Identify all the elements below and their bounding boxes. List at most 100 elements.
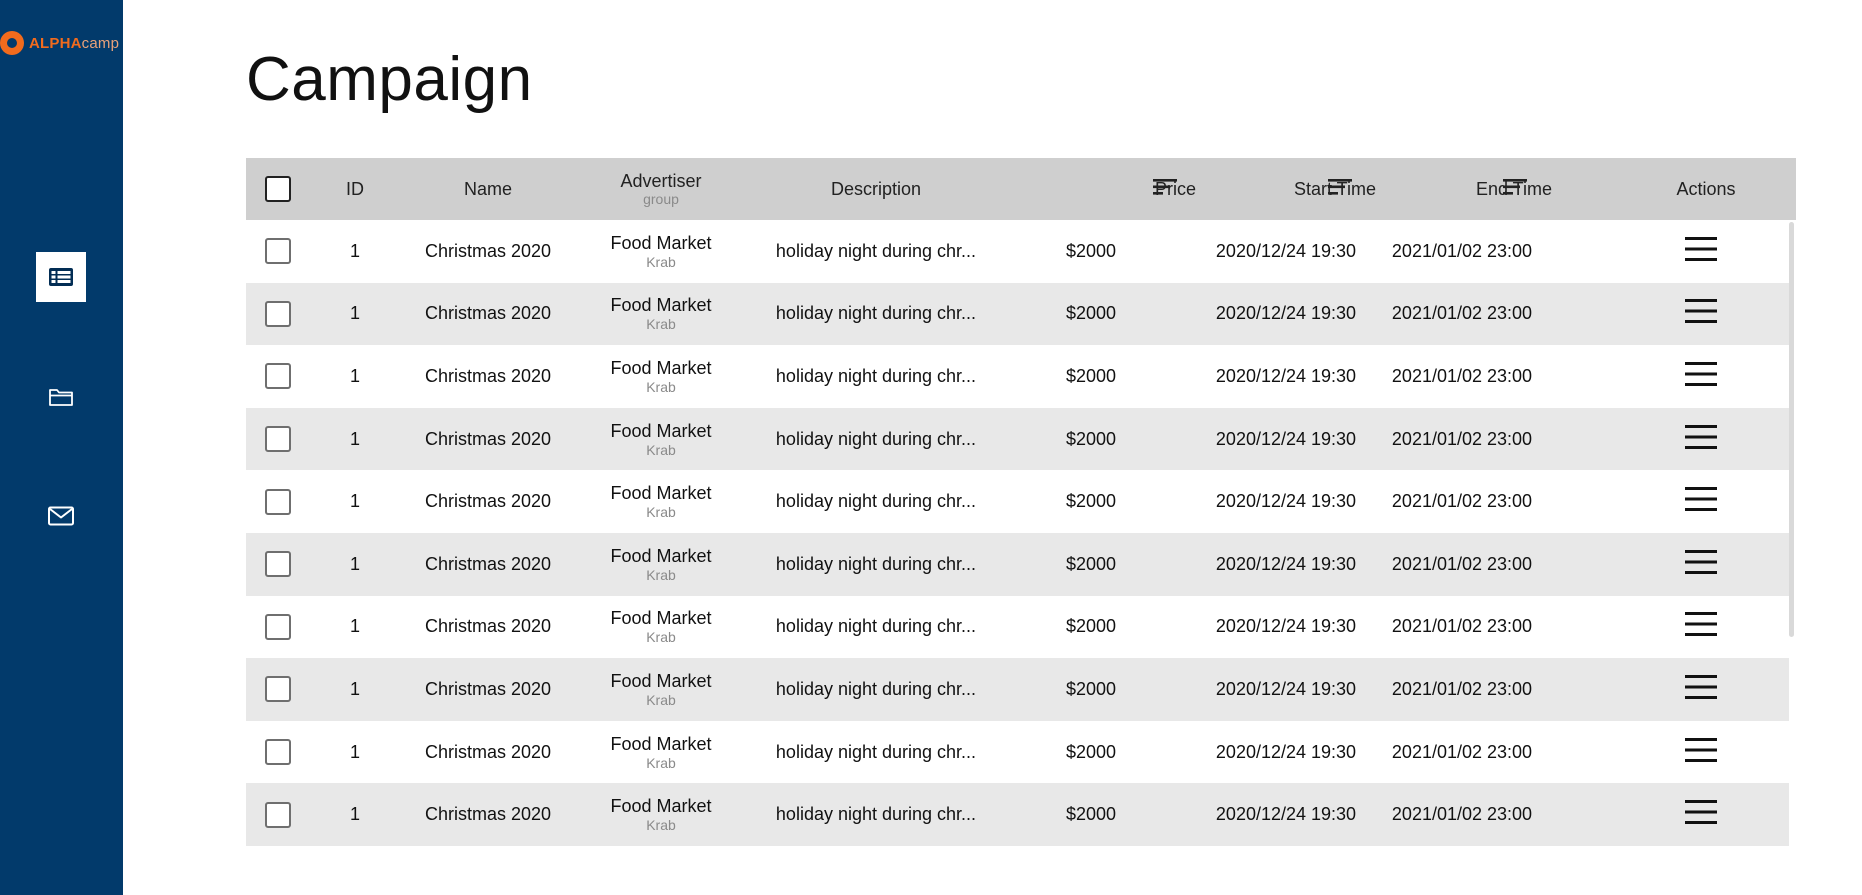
row-checkbox[interactable] <box>265 363 291 390</box>
row-checkbox[interactable] <box>265 488 291 515</box>
cell-description: holiday night during chr... <box>775 491 977 512</box>
row-actions-button[interactable] <box>1685 549 1717 580</box>
row-select-cell <box>246 345 310 408</box>
row-actions-button[interactable] <box>1685 799 1717 830</box>
header-select-all-cell <box>246 158 310 220</box>
cell-description: holiday night during chr... <box>775 365 977 386</box>
advertiser-group: Krab <box>646 504 676 521</box>
cell-name: Christmas 2020 <box>424 240 552 261</box>
table-row: 1 Christmas 2020 Food Market Krab holida… <box>246 532 1789 596</box>
advertiser-group: Krab <box>646 378 676 395</box>
table-icon <box>48 267 74 287</box>
sort-end-time-button[interactable] <box>1502 158 1528 220</box>
cell-end-time: 2021/01/02 23:00 <box>1391 491 1533 512</box>
header-id: ID <box>346 178 364 199</box>
row-checkbox[interactable] <box>265 426 291 453</box>
cell-actions <box>1656 721 1746 784</box>
select-all-checkbox[interactable] <box>265 176 291 202</box>
header-advertiser-label: Advertiser <box>620 171 702 191</box>
sidebar-item-folders[interactable] <box>36 372 86 422</box>
sort-price-button[interactable] <box>1152 158 1178 220</box>
cell-id: 1 <box>349 804 360 825</box>
cell-end-time: 2021/01/02 23:00 <box>1391 616 1533 637</box>
cell-actions <box>1656 283 1746 346</box>
sidebar: ALPHAcamp <box>0 0 123 895</box>
advertiser-name: Food Market <box>610 608 712 629</box>
cell-name: Christmas 2020 <box>424 741 552 762</box>
row-actions-button[interactable] <box>1685 737 1717 768</box>
row-select-cell <box>246 533 310 596</box>
cell-description: holiday night during chr... <box>775 678 977 699</box>
hamburger-menu-icon <box>1685 298 1717 329</box>
cell-name: Christmas 2020 <box>424 491 552 512</box>
cell-actions <box>1656 783 1746 846</box>
row-actions-button[interactable] <box>1685 236 1717 267</box>
table-row: 1 Christmas 2020 Food Market Krab holida… <box>246 783 1789 846</box>
cell-description: holiday night during chr... <box>775 804 977 825</box>
cell-start-time: 2020/12/24 19:30 <box>1215 741 1357 762</box>
cell-name: Christmas 2020 <box>424 365 552 386</box>
advertiser-name: Food Market <box>610 670 712 691</box>
cell-id: 1 <box>349 491 360 512</box>
cell-actions <box>1656 470 1746 533</box>
cell-price: $2000 <box>1065 553 1117 574</box>
row-actions-button[interactable] <box>1685 298 1717 329</box>
row-actions-button[interactable] <box>1685 674 1717 705</box>
cell-advertiser: Food Market Krab <box>576 470 746 533</box>
advertiser-name: Food Market <box>610 545 712 566</box>
row-actions-button[interactable] <box>1685 486 1717 517</box>
alphacamp-logo-icon <box>0 31 24 55</box>
row-select-cell <box>246 470 310 533</box>
cell-actions <box>1656 533 1746 596</box>
cell-price: $2000 <box>1065 365 1117 386</box>
brand-logo[interactable]: ALPHAcamp <box>0 28 123 58</box>
cell-actions <box>1656 345 1746 408</box>
cell-price: $2000 <box>1065 491 1117 512</box>
header-advertiser: Advertiser group <box>576 158 746 220</box>
sidebar-item-campaigns[interactable] <box>36 252 86 302</box>
row-actions-button[interactable] <box>1685 361 1717 392</box>
row-checkbox[interactable] <box>265 238 291 265</box>
advertiser-group: Krab <box>646 629 676 646</box>
cell-end-time: 2021/01/02 23:00 <box>1391 428 1533 449</box>
cell-price: $2000 <box>1065 428 1117 449</box>
cell-description: holiday night during chr... <box>775 616 977 637</box>
hamburger-menu-icon <box>1685 361 1717 392</box>
hamburger-menu-icon <box>1685 236 1717 267</box>
hamburger-menu-icon <box>1685 486 1717 517</box>
cell-advertiser: Food Market Krab <box>576 533 746 596</box>
row-checkbox[interactable] <box>265 801 291 828</box>
cell-actions <box>1656 596 1746 659</box>
table-scrollbar[interactable] <box>1789 222 1794 637</box>
cell-description: holiday night during chr... <box>775 428 977 449</box>
row-checkbox[interactable] <box>265 739 291 766</box>
table-row: 1 Christmas 2020 Food Market Krab holida… <box>246 220 1789 283</box>
row-checkbox[interactable] <box>265 676 291 703</box>
row-select-cell <box>246 408 310 471</box>
table-row: 1 Christmas 2020 Food Market Krab holida… <box>246 407 1789 471</box>
row-checkbox[interactable] <box>265 551 291 578</box>
hamburger-menu-icon <box>1685 549 1717 580</box>
advertiser-name: Food Market <box>610 232 712 253</box>
table-header: ID Name Advertiser group Description Pri… <box>246 158 1796 220</box>
row-actions-button[interactable] <box>1685 611 1717 642</box>
advertiser-group: Krab <box>646 817 676 834</box>
cell-advertiser: Food Market Krab <box>576 408 746 471</box>
cell-end-time: 2021/01/02 23:00 <box>1391 553 1533 574</box>
row-actions-button[interactable] <box>1685 424 1717 455</box>
sort-icon <box>1327 178 1353 201</box>
hamburger-menu-icon <box>1685 674 1717 705</box>
header-actions: Actions <box>1676 178 1736 199</box>
advertiser-name: Food Market <box>610 357 712 378</box>
cell-id: 1 <box>349 365 360 386</box>
row-checkbox[interactable] <box>265 300 291 327</box>
table-row: 1 Christmas 2020 Food Market Krab holida… <box>246 595 1789 659</box>
sort-start-time-button[interactable] <box>1327 158 1353 220</box>
table-row: 1 Christmas 2020 Food Market Krab holida… <box>246 720 1789 784</box>
row-checkbox[interactable] <box>265 613 291 640</box>
cell-advertiser: Food Market Krab <box>576 345 746 408</box>
campaign-table: ID Name Advertiser group Description Pri… <box>246 158 1796 846</box>
cell-advertiser: Food Market Krab <box>576 283 746 346</box>
sidebar-item-messages[interactable] <box>36 491 86 541</box>
cell-description: holiday night during chr... <box>775 741 977 762</box>
